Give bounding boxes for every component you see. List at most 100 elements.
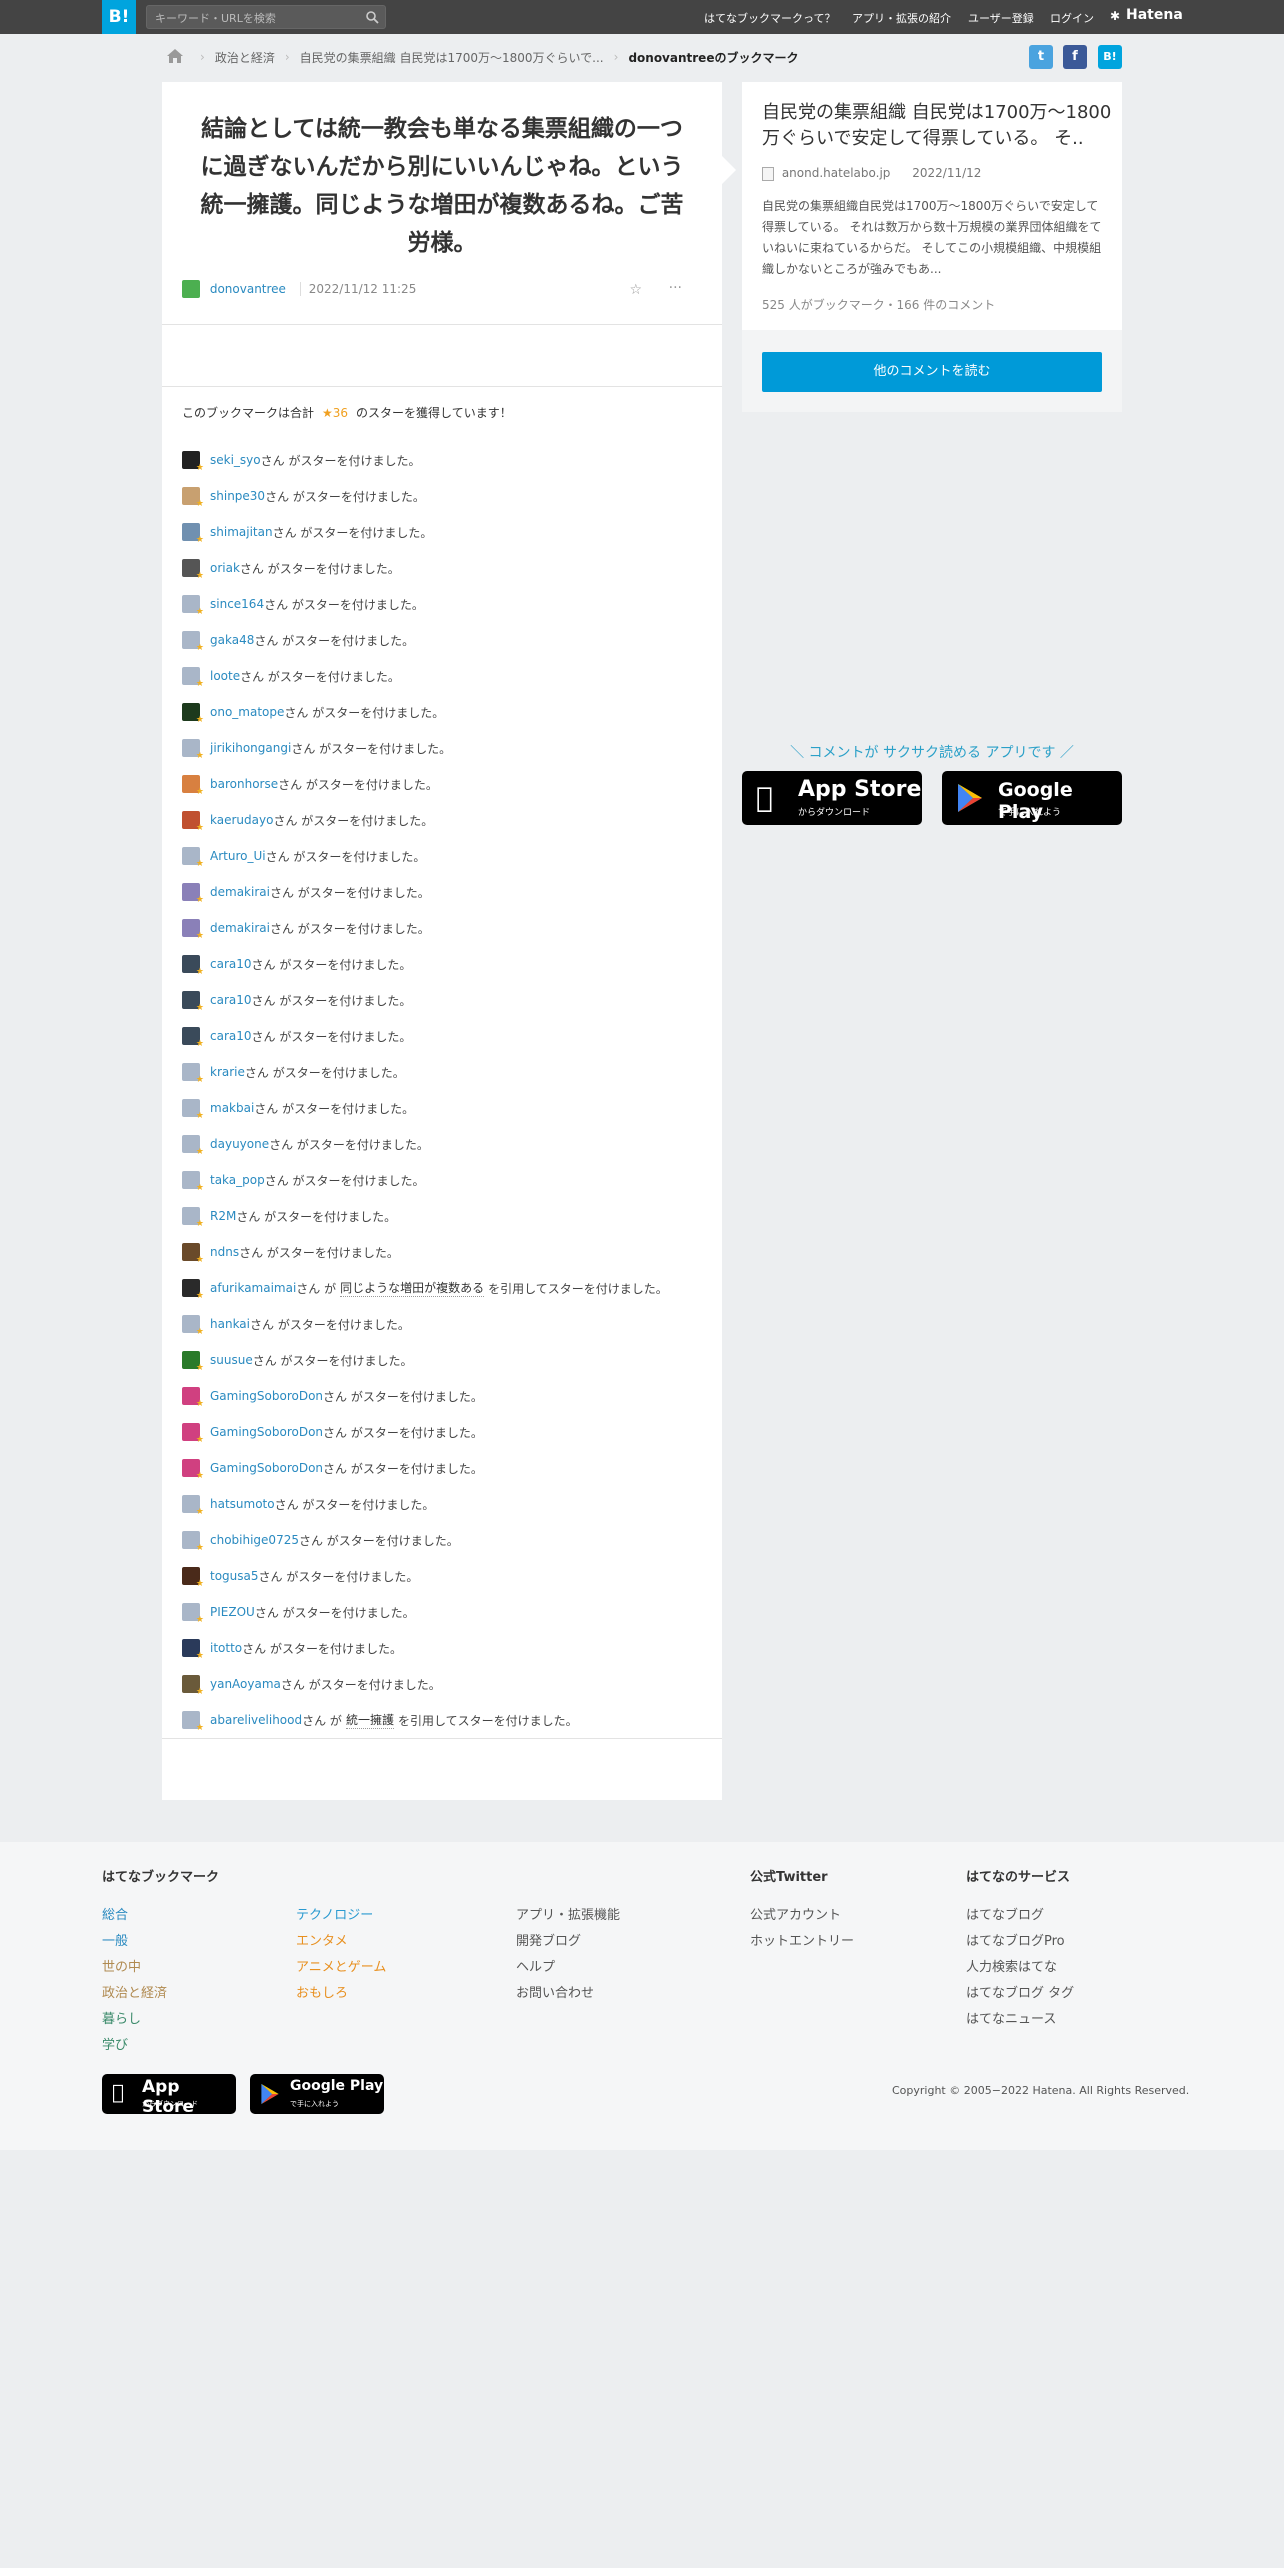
search-input[interactable]: キーワード・URLを検索 xyxy=(146,5,386,29)
star-user[interactable]: cara10 xyxy=(210,993,252,1007)
avatar[interactable]: ★ xyxy=(182,451,204,473)
star-user[interactable]: shinpe30 xyxy=(210,489,265,503)
avatar[interactable]: ★ xyxy=(182,775,204,797)
footer-link[interactable]: お問い合わせ xyxy=(516,1982,594,2001)
star-user[interactable]: kaerudayo xyxy=(210,813,273,827)
star-user[interactable]: itotto xyxy=(210,1641,242,1655)
footer-link[interactable]: おもしろ xyxy=(296,1982,348,2001)
footer-link[interactable]: はてなブログ タグ xyxy=(966,1982,1074,2001)
avatar[interactable]: ★ xyxy=(182,523,204,545)
footer-app-store-badge[interactable]:  App Store からダウンロード xyxy=(102,2074,236,2117)
star-user[interactable]: afurikamaimai xyxy=(210,1281,296,1295)
star-user[interactable]: GamingSoboroDon xyxy=(210,1425,323,1439)
avatar[interactable]: ★ xyxy=(182,667,204,689)
star-quote[interactable]: 同じような増田が複数ある xyxy=(340,1279,485,1297)
star-user[interactable]: GamingSoboroDon xyxy=(210,1461,323,1475)
avatar[interactable]: ★ xyxy=(182,919,204,941)
star-user[interactable]: chobihige0725 xyxy=(210,1533,299,1547)
star-user[interactable]: dayuyone xyxy=(210,1137,269,1151)
footer-link[interactable]: 人力検索はてな xyxy=(966,1956,1057,1975)
star-user[interactable]: ono_matope xyxy=(210,705,284,719)
footer-link[interactable]: はてなニュース xyxy=(966,2008,1056,2027)
avatar[interactable]: ★ xyxy=(182,1423,204,1445)
star-user[interactable]: togusa5 xyxy=(210,1569,259,1583)
avatar[interactable]: ★ xyxy=(182,1531,204,1553)
footer-link[interactable]: 一般 xyxy=(102,1930,128,1949)
avatar[interactable]: ★ xyxy=(182,487,204,509)
footer-link[interactable]: 開発ブログ xyxy=(516,1930,581,1949)
footer-link[interactable]: ヘルプ xyxy=(516,1956,555,1975)
avatar[interactable]: ★ xyxy=(182,1243,204,1265)
footer-link[interactable]: 政治と経済 xyxy=(102,1982,167,2001)
app-store-badge[interactable]:  App Store からダウンロード xyxy=(742,771,922,825)
avatar[interactable]: ★ xyxy=(182,1351,204,1373)
star-user[interactable]: R2M xyxy=(210,1209,236,1223)
star-user[interactable]: gaka48 xyxy=(210,633,254,647)
breadcrumb-entry[interactable]: 自民党の集票組織 自民党は1700万～1800万ぐらいで... xyxy=(300,49,604,66)
nav-register[interactable]: ユーザー登録 xyxy=(968,10,1034,26)
add-star-icon[interactable]: ☆ xyxy=(629,282,642,298)
footer-link[interactable]: テクノロジー xyxy=(296,1904,373,1923)
hatena-bookmark-logo[interactable]: B! xyxy=(102,0,136,34)
hatena-brand[interactable]: Hatena xyxy=(1126,7,1183,23)
star-user[interactable]: GamingSoboroDon xyxy=(210,1389,323,1403)
avatar[interactable]: ★ xyxy=(182,1387,204,1409)
footer-link[interactable]: 暮らし xyxy=(102,2008,141,2027)
star-user[interactable]: taka_pop xyxy=(210,1173,265,1187)
avatar[interactable] xyxy=(182,280,200,298)
avatar[interactable]: ★ xyxy=(182,703,204,725)
avatar[interactable]: ★ xyxy=(182,595,204,617)
read-comments-button[interactable]: 他のコメントを読む xyxy=(762,352,1102,392)
home-icon[interactable] xyxy=(166,48,184,64)
star-user[interactable]: seki_syo xyxy=(210,453,261,467)
star-user[interactable]: Arturo_Ui xyxy=(210,849,266,863)
facebook-share-icon[interactable]: f xyxy=(1063,45,1087,69)
hatena-share-icon[interactable]: B! xyxy=(1098,45,1122,69)
star-user[interactable]: hankai xyxy=(210,1317,250,1331)
search-icon[interactable] xyxy=(365,10,379,24)
avatar[interactable]: ★ xyxy=(182,811,204,833)
nav-about[interactable]: はてなブックマークって？ xyxy=(704,10,835,26)
entry-title[interactable]: 自民党の集票組織 自民党は1700万～1800万ぐらいで安定して得票している。 … xyxy=(762,100,1112,152)
star-user[interactable]: ndns xyxy=(210,1245,239,1259)
footer-google-play-badge[interactable]: Google Play で手に入れよう xyxy=(250,2074,384,2114)
star-user[interactable]: abarelivelihood xyxy=(210,1713,302,1727)
avatar[interactable]: ★ xyxy=(182,1063,204,1085)
avatar[interactable]: ★ xyxy=(182,1711,204,1733)
avatar[interactable]: ★ xyxy=(182,1027,204,1049)
star-user[interactable]: makbai xyxy=(210,1101,254,1115)
star-user[interactable]: suusue xyxy=(210,1353,253,1367)
avatar[interactable]: ★ xyxy=(182,883,204,905)
footer-link[interactable]: 学び xyxy=(102,2034,128,2053)
avatar[interactable]: ★ xyxy=(182,1099,204,1121)
footer-link[interactable]: ホットエントリー xyxy=(750,1930,854,1949)
avatar[interactable]: ★ xyxy=(182,1207,204,1229)
footer-link[interactable]: エンタメ xyxy=(296,1930,348,1949)
avatar[interactable]: ★ xyxy=(182,847,204,869)
nav-login[interactable]: ログイン xyxy=(1050,10,1094,26)
avatar[interactable]: ★ xyxy=(182,955,204,977)
nav-apps[interactable]: アプリ・拡張の紹介 xyxy=(852,10,951,26)
footer-link[interactable]: はてなブログPro xyxy=(966,1930,1065,1949)
twitter-share-icon[interactable]: t xyxy=(1029,45,1053,69)
star-user[interactable]: PIEZOU xyxy=(210,1605,255,1619)
star-user[interactable]: shimajitan xyxy=(210,525,273,539)
star-user[interactable]: oriak xyxy=(210,561,240,575)
entry-domain[interactable]: anond.hatelabo.jp xyxy=(782,166,891,180)
bookmark-user[interactable]: donovantree xyxy=(210,282,286,296)
google-play-badge[interactable]: Google Play で手に入れよう xyxy=(942,771,1122,825)
footer-link[interactable]: アニメとゲーム xyxy=(296,1956,386,1975)
star-user[interactable]: cara10 xyxy=(210,957,252,971)
star-user[interactable]: demakirai xyxy=(210,885,270,899)
avatar[interactable]: ★ xyxy=(182,1315,204,1337)
star-total[interactable]: ★36 xyxy=(322,406,348,420)
avatar[interactable]: ★ xyxy=(182,1495,204,1517)
star-user[interactable]: baronhorse xyxy=(210,777,278,791)
avatar[interactable]: ★ xyxy=(182,739,204,761)
avatar[interactable]: ★ xyxy=(182,1675,204,1697)
avatar[interactable]: ★ xyxy=(182,991,204,1013)
footer-link[interactable]: アプリ・拡張機能 xyxy=(516,1904,620,1923)
avatar[interactable]: ★ xyxy=(182,1567,204,1589)
star-user[interactable]: cara10 xyxy=(210,1029,252,1043)
avatar[interactable]: ★ xyxy=(182,1459,204,1481)
